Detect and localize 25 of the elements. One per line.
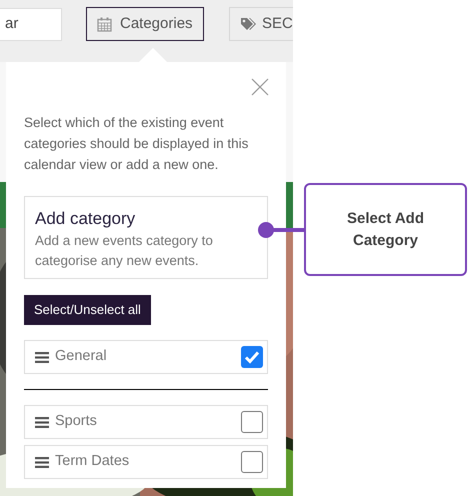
category-row[interactable]: Sports bbox=[24, 405, 268, 439]
category-label: General bbox=[55, 347, 108, 366]
card-title: Add category bbox=[35, 208, 136, 230]
checkbox[interactable] bbox=[241, 411, 263, 433]
tag-icon bbox=[240, 16, 257, 32]
checkbox[interactable] bbox=[241, 451, 263, 473]
toolbar-button[interactable]: SEC bbox=[229, 7, 293, 41]
search-field[interactable]: ar bbox=[0, 8, 62, 41]
card-description: Add a new events category to categorise any new events. bbox=[35, 232, 214, 270]
category-row[interactable]: General bbox=[24, 340, 268, 374]
drag-handle-icon bbox=[35, 456, 49, 468]
category-row[interactable]: Term Dates bbox=[24, 445, 268, 479]
category-label: Term Dates bbox=[55, 452, 130, 472]
checkmark-icon bbox=[244, 350, 260, 364]
add-category-card[interactable]: Add category Add a new events category to categorise any new events. bbox=[24, 196, 268, 279]
category-label: Sports bbox=[55, 412, 98, 432]
drag-handle-icon bbox=[35, 416, 49, 428]
select-all-button[interactable]: Select/Unselect all bbox=[24, 295, 151, 325]
callout-text: Select Add Category bbox=[346, 208, 425, 250]
calendar-icon bbox=[97, 16, 112, 32]
toolbar-button[interactable]: Categories bbox=[86, 7, 204, 41]
checkbox[interactable] bbox=[241, 346, 263, 368]
close-icon[interactable] bbox=[251, 78, 269, 96]
description-text: Select which of the existing event categories should be displayed in this calendar view or add a new one. bbox=[24, 114, 250, 174]
drag-handle-icon bbox=[35, 352, 49, 362]
